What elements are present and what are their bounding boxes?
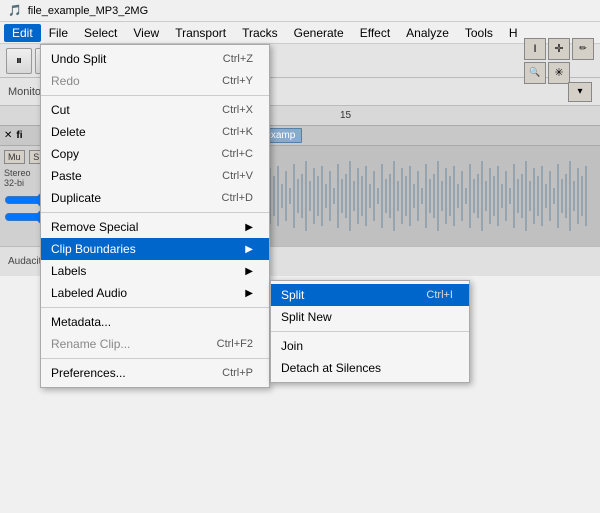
menu-bar: Edit File Select View Transport Tracks G… <box>0 22 600 44</box>
app-title: file_example_MP3_2MG <box>28 5 148 17</box>
menu-item-file[interactable]: File <box>41 24 76 42</box>
menu-delete[interactable]: Delete Ctrl+K <box>41 121 269 143</box>
cut-shortcut: Ctrl+X <box>222 104 253 116</box>
menu-duplicate[interactable]: Duplicate Ctrl+D <box>41 187 269 209</box>
menu-remove-special[interactable]: Remove Special ▶ <box>41 216 269 238</box>
cut-label: Cut <box>51 103 70 117</box>
undo-split-label: Undo Split <box>51 52 106 66</box>
zoom-tool-button[interactable]: 🔍 <box>524 62 546 84</box>
separator-2 <box>41 212 269 213</box>
pause-button[interactable]: ⏸ <box>6 48 32 74</box>
metadata-label: Metadata... <box>51 315 111 329</box>
submenu-join[interactable]: Join <box>271 335 469 357</box>
delete-label: Delete <box>51 125 86 139</box>
undo-split-shortcut: Ctrl+Z <box>223 53 253 65</box>
redo-shortcut: Ctrl+Y <box>222 75 253 87</box>
cursor-tool-button[interactable]: I <box>524 38 546 60</box>
menu-labeled-audio[interactable]: Labeled Audio ▶ <box>41 282 269 304</box>
copy-label: Copy <box>51 147 79 161</box>
separator-1 <box>41 95 269 96</box>
track-name-label: fi <box>16 130 22 141</box>
select-tool-button[interactable]: ✛ <box>548 38 570 60</box>
rename-clip-shortcut: Ctrl+F2 <box>217 338 253 350</box>
multi-tool-button[interactable]: ✳ <box>548 62 570 84</box>
menu-preferences[interactable]: Preferences... Ctrl+P <box>41 362 269 384</box>
join-label: Join <box>281 339 303 353</box>
duplicate-shortcut: Ctrl+D <box>222 192 253 204</box>
redo-label: Redo <box>51 74 80 88</box>
dropdown-button[interactable]: ▾ <box>568 82 592 102</box>
delete-shortcut: Ctrl+K <box>222 126 253 138</box>
mute-button[interactable]: Mu <box>4 150 25 164</box>
clip-boundaries-submenu: Split Ctrl+I Split New Join Detach at Si… <box>270 280 470 383</box>
menu-item-tracks[interactable]: Tracks <box>234 24 286 42</box>
labels-arrow: ▶ <box>245 266 253 277</box>
paste-shortcut: Ctrl+V <box>222 170 253 182</box>
submenu-split-new[interactable]: Split New <box>271 306 469 328</box>
menu-cut[interactable]: Cut Ctrl+X <box>41 99 269 121</box>
edit-dropdown-menu: Undo Split Ctrl+Z Redo Ctrl+Y Cut Ctrl+X… <box>40 44 270 388</box>
separator-4 <box>41 358 269 359</box>
preferences-label: Preferences... <box>51 366 126 380</box>
preferences-shortcut: Ctrl+P <box>222 367 253 379</box>
separator-3 <box>41 307 269 308</box>
labels-label: Labels <box>51 264 86 278</box>
menu-metadata[interactable]: Metadata... <box>41 311 269 333</box>
submenu-separator-1 <box>271 331 469 332</box>
remove-special-arrow: ▶ <box>245 222 253 233</box>
menu-rename-clip[interactable]: Rename Clip... Ctrl+F2 <box>41 333 269 355</box>
menu-item-tools[interactable]: Tools <box>457 24 501 42</box>
menu-item-view[interactable]: View <box>125 24 167 42</box>
title-bar: 🎵 file_example_MP3_2MG <box>0 0 600 22</box>
menu-redo[interactable]: Redo Ctrl+Y <box>41 70 269 92</box>
menu-paste[interactable]: Paste Ctrl+V <box>41 165 269 187</box>
rename-clip-label: Rename Clip... <box>51 337 130 351</box>
split-label: Split <box>281 288 304 302</box>
ruler-marker: 15 <box>340 110 351 121</box>
clip-boundaries-label: Clip Boundaries <box>51 242 136 256</box>
submenu-split[interactable]: Split Ctrl+I <box>271 284 469 306</box>
duplicate-label: Duplicate <box>51 191 101 205</box>
detach-silences-label: Detach at Silences <box>281 361 381 375</box>
paste-label: Paste <box>51 169 82 183</box>
track-close-button[interactable]: ✕ <box>4 130 12 141</box>
menu-labels[interactable]: Labels ▶ <box>41 260 269 282</box>
labeled-audio-label: Labeled Audio <box>51 286 127 300</box>
copy-shortcut: Ctrl+C <box>222 148 253 160</box>
remove-special-label: Remove Special <box>51 220 138 234</box>
menu-item-select[interactable]: Select <box>76 24 125 42</box>
app-icon: 🎵 <box>8 4 22 17</box>
menu-item-help[interactable]: H <box>501 24 526 42</box>
menu-clip-boundaries[interactable]: Clip Boundaries ▶ <box>41 238 269 260</box>
labeled-audio-arrow: ▶ <box>245 288 253 299</box>
draw-tool-button[interactable]: ✏ <box>572 38 594 60</box>
split-new-label: Split New <box>281 310 332 324</box>
menu-item-edit[interactable]: Edit <box>4 24 41 42</box>
menu-item-analyze[interactable]: Analyze <box>398 24 457 42</box>
split-shortcut: Ctrl+I <box>426 289 453 301</box>
menu-undo-split[interactable]: Undo Split Ctrl+Z <box>41 48 269 70</box>
menu-item-transport[interactable]: Transport <box>167 24 234 42</box>
clip-boundaries-arrow: ▶ <box>245 244 253 255</box>
submenu-detach-silences[interactable]: Detach at Silences <box>271 357 469 379</box>
menu-item-generate[interactable]: Generate <box>286 24 352 42</box>
menu-item-effect[interactable]: Effect <box>352 24 398 42</box>
menu-copy[interactable]: Copy Ctrl+C <box>41 143 269 165</box>
